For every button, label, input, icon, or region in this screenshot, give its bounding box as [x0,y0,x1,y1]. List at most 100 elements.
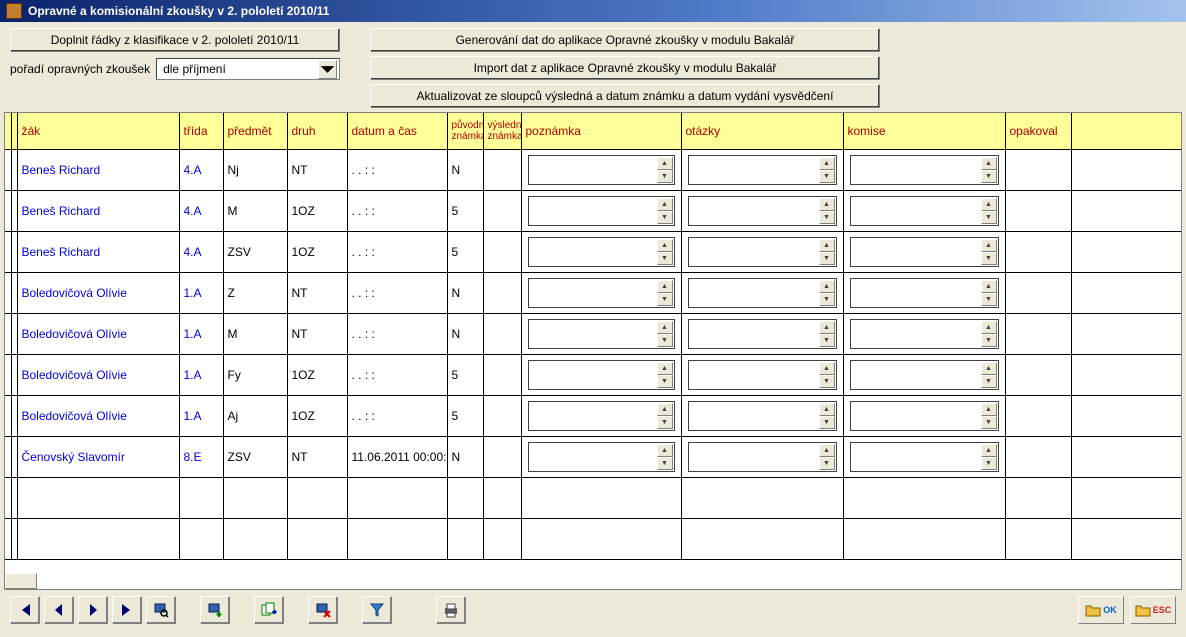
cell-druh[interactable]: 1OZ [287,190,347,231]
spin-up-icon[interactable]: ▲ [657,198,673,211]
spin-up-icon[interactable]: ▲ [819,280,835,293]
spin-up-icon[interactable]: ▲ [981,321,997,334]
cell-predmet[interactable]: Z [223,272,287,313]
spin-down-icon[interactable]: ▼ [981,375,997,388]
cell-opakoval[interactable] [1005,436,1071,477]
otazky-cell[interactable]: ▲▼ [681,231,843,272]
poznamka-cell[interactable]: ▲▼ [521,272,681,313]
cell-trida[interactable]: 1.A [179,354,223,395]
poznamka-cell[interactable]: ▲▼ [521,190,681,231]
spin-up-icon[interactable]: ▲ [981,239,997,252]
cell-trida[interactable]: 1.A [179,272,223,313]
komise-memo[interactable]: ▲▼ [850,319,999,349]
komise-memo[interactable]: ▲▼ [850,237,999,267]
cell-druh[interactable]: NT [287,313,347,354]
cell-druh[interactable]: NT [287,149,347,190]
spin-down-icon[interactable]: ▼ [657,293,673,306]
otazky-memo[interactable]: ▲▼ [688,442,837,472]
table-row[interactable]: Boledovičová Olívie1.AAj1OZ . . : :5▲▼▲▼… [5,395,1182,436]
otazky-cell[interactable]: ▲▼ [681,395,843,436]
komise-cell[interactable]: ▲▼ [843,190,1005,231]
cell-predmet[interactable]: M [223,313,287,354]
cell-puvodni[interactable]: 5 [447,231,483,272]
spin-down-icon[interactable]: ▼ [657,252,673,265]
cell-datum[interactable]: . . : : [347,231,447,272]
cell-puvodni[interactable]: 5 [447,395,483,436]
cell-vysledna[interactable] [483,313,521,354]
chevron-down-icon[interactable] [318,60,337,79]
spin-up-icon[interactable]: ▲ [981,198,997,211]
cell-vysledna[interactable] [483,272,521,313]
spin-up-icon[interactable]: ▲ [819,198,835,211]
col-druh[interactable]: druh [287,113,347,149]
otazky-cell[interactable]: ▲▼ [681,149,843,190]
col-zak[interactable]: žák [17,113,179,149]
spin-up-icon[interactable]: ▲ [819,403,835,416]
komise-memo[interactable]: ▲▼ [850,196,999,226]
prev-record-button[interactable] [44,596,74,624]
cell-druh[interactable]: 1OZ [287,395,347,436]
spin-up-icon[interactable]: ▲ [657,280,673,293]
poznamka-cell[interactable]: ▲▼ [521,149,681,190]
cell-zak[interactable]: Boledovičová Olívie [17,354,179,395]
cell-datum[interactable]: . . : : [347,313,447,354]
spin-up-icon[interactable]: ▲ [657,444,673,457]
cell-vysledna[interactable] [483,149,521,190]
cell-opakoval[interactable] [1005,313,1071,354]
spin-up-icon[interactable]: ▲ [819,444,835,457]
komise-cell[interactable]: ▲▼ [843,395,1005,436]
table-row[interactable]: Beneš Richard4.AM1OZ . . : :5▲▼▲▼▲▼ [5,190,1182,231]
cell-opakoval[interactable] [1005,395,1071,436]
spin-up-icon[interactable]: ▲ [981,362,997,375]
otazky-memo[interactable]: ▲▼ [688,401,837,431]
otazky-cell[interactable]: ▲▼ [681,313,843,354]
cell-druh[interactable]: NT [287,436,347,477]
cell-druh[interactable]: NT [287,272,347,313]
col-otazky[interactable]: otázky [681,113,843,149]
komise-cell[interactable]: ▲▼ [843,313,1005,354]
cell-trida[interactable]: 4.A [179,231,223,272]
poznamka-cell[interactable]: ▲▼ [521,395,681,436]
last-record-button[interactable] [112,596,142,624]
spin-up-icon[interactable]: ▲ [657,157,673,170]
filter-button[interactable] [362,596,392,624]
cell-puvodni[interactable]: N [447,272,483,313]
cell-trida[interactable]: 1.A [179,395,223,436]
cell-puvodni[interactable]: 5 [447,190,483,231]
komise-memo[interactable]: ▲▼ [850,401,999,431]
spin-up-icon[interactable]: ▲ [981,280,997,293]
otazky-memo[interactable]: ▲▼ [688,278,837,308]
poznamka-cell[interactable]: ▲▼ [521,313,681,354]
spin-down-icon[interactable]: ▼ [657,457,673,470]
cell-datum[interactable]: . . : : [347,354,447,395]
otazky-cell[interactable]: ▲▼ [681,436,843,477]
otazky-memo[interactable]: ▲▼ [688,196,837,226]
otazky-memo[interactable]: ▲▼ [688,237,837,267]
spin-down-icon[interactable]: ▼ [981,170,997,183]
col-puvodni[interactable]: původní známka [447,113,483,149]
cell-zak[interactable]: Boledovičová Olívie [17,313,179,354]
cell-datum[interactable]: . . : : [347,190,447,231]
add-record-button[interactable] [200,596,230,624]
table-row[interactable]: Čenovský Slavomír8.EZSVNT11.06.2011 00:0… [5,436,1182,477]
komise-memo[interactable]: ▲▼ [850,278,999,308]
cell-vysledna[interactable] [483,395,521,436]
spin-down-icon[interactable]: ▼ [819,293,835,306]
spin-up-icon[interactable]: ▲ [819,157,835,170]
generovani-button[interactable]: Generování dat do aplikace Opravné zkouš… [370,28,880,52]
cell-trida[interactable]: 4.A [179,190,223,231]
poznamka-memo[interactable]: ▲▼ [528,237,675,267]
col-opakoval[interactable]: opakoval [1005,113,1071,149]
cell-predmet[interactable]: Fy [223,354,287,395]
cell-zak[interactable]: Beneš Richard [17,190,179,231]
komise-cell[interactable]: ▲▼ [843,354,1005,395]
col-vysledna[interactable]: výsledná známka [483,113,521,149]
copy-record-button[interactable] [254,596,284,624]
cell-opakoval[interactable] [1005,272,1071,313]
cell-opakoval[interactable] [1005,190,1071,231]
cell-predmet[interactable]: ZSV [223,231,287,272]
poznamka-memo[interactable]: ▲▼ [528,196,675,226]
cell-opakoval[interactable] [1005,231,1071,272]
cell-vysledna[interactable] [483,231,521,272]
spin-down-icon[interactable]: ▼ [819,252,835,265]
